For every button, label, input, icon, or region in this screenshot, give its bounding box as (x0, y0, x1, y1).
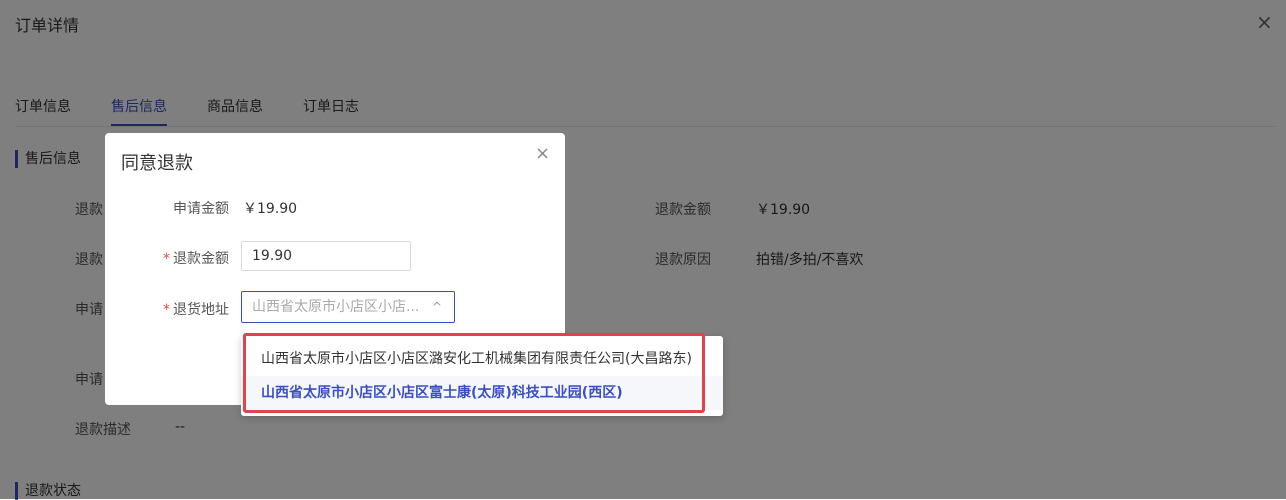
refund-amount-field-label: * 退款金额 (105, 248, 229, 268)
return-address-select[interactable]: 山西省太原市小店区小店... ^ (241, 291, 455, 323)
chevron-up-icon: ^ (431, 300, 442, 314)
refund-amount-input[interactable]: 19.90 (241, 241, 411, 271)
apply-amount-value: ￥19.90 (243, 201, 298, 217)
return-address-placeholder: 山西省太原市小店区小店... (252, 299, 420, 315)
refund-amount-label-text: 退款金额 (173, 251, 229, 267)
return-address-field-label: * 退货地址 (105, 299, 229, 319)
required-mark: * (163, 302, 170, 318)
modal-close-icon[interactable]: × (535, 145, 550, 163)
modal-title: 同意退款 (121, 153, 193, 174)
return-address-label-text: 退货地址 (173, 302, 229, 318)
annotation-highlight-box (243, 333, 705, 413)
required-mark: * (163, 251, 170, 267)
apply-amount-label: 申请金额 (173, 201, 229, 217)
